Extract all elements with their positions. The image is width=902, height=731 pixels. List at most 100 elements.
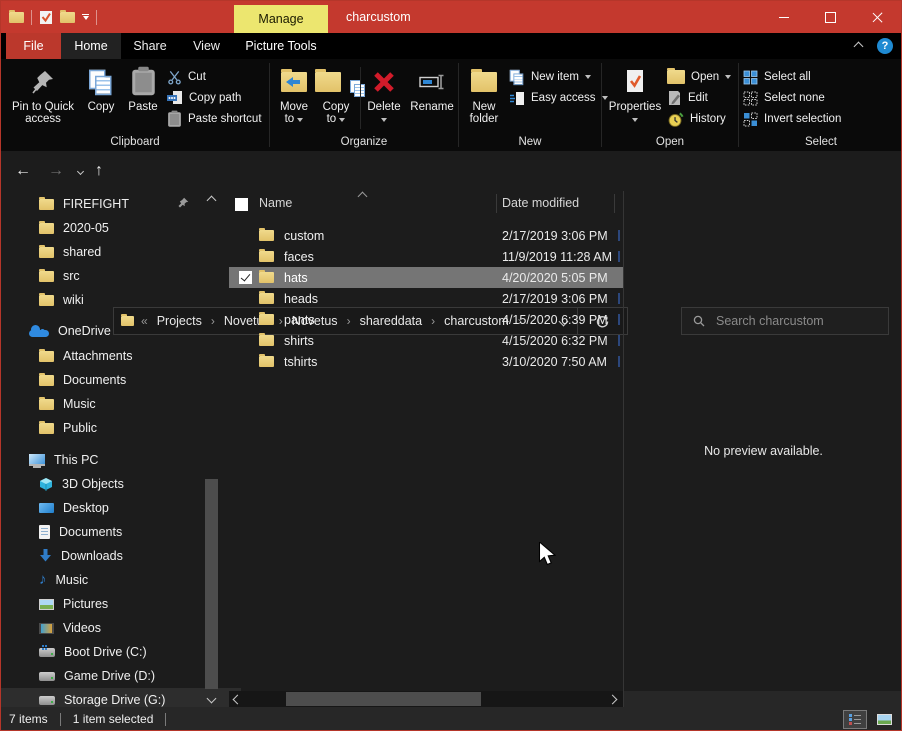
new-group-label: New: [459, 136, 601, 148]
sidebar-item-2020-05[interactable]: 2020-05: [1, 216, 241, 240]
move-to-button[interactable]: Move to: [273, 63, 315, 135]
thumbnail-view-button[interactable]: [872, 710, 896, 729]
select-all-checkbox[interactable]: [235, 198, 248, 211]
new-folder-qat-icon[interactable]: [60, 12, 75, 23]
minimize-button[interactable]: [760, 1, 807, 33]
column-divider[interactable]: [614, 194, 615, 213]
pin-to-quick-access-button[interactable]: Pin to Quick access: [7, 63, 79, 135]
scroll-left-arrow[interactable]: [233, 695, 243, 705]
file-date: 11/9/2019 11:28 AM: [502, 250, 612, 264]
horizontal-scrollbar[interactable]: [229, 691, 623, 707]
forward-button[interactable]: →: [44, 159, 68, 183]
file-name: tshirts: [284, 355, 317, 369]
easy-access-button[interactable]: Easy access: [509, 88, 608, 108]
sidebar-item-label: This PC: [54, 453, 98, 467]
sidebar-item-label: Boot Drive (C:): [64, 645, 147, 659]
move-to-icon: [281, 63, 307, 101]
pane-divider[interactable]: [623, 191, 624, 707]
cut-button[interactable]: Cut: [167, 67, 206, 87]
horizontal-scrollbar-thumb[interactable]: [286, 692, 481, 706]
sidebar-item-src[interactable]: src: [1, 264, 241, 288]
help-button[interactable]: ?: [877, 38, 893, 54]
scroll-right-arrow[interactable]: [608, 695, 618, 705]
sidebar-item-firefight[interactable]: FIREFIGHT: [1, 192, 241, 216]
delete-button[interactable]: Delete: [363, 63, 405, 135]
file-date: 3/10/2020 7:50 AM: [502, 355, 607, 369]
search-box[interactable]: [681, 307, 889, 335]
tab-home[interactable]: Home: [61, 33, 121, 59]
select-all-button[interactable]: Select all: [743, 67, 811, 87]
file-row[interactable]: heads 2/17/2019 3:06 PM: [229, 288, 623, 309]
tab-view[interactable]: View: [179, 33, 234, 59]
copy-button[interactable]: Copy: [81, 63, 121, 135]
file-row[interactable]: shirts 4/15/2020 6:32 PM: [229, 330, 623, 351]
desktop-icon: [39, 503, 54, 513]
address-row: ← → ↑ « Projects › Novetus › Novetus › s…: [1, 151, 901, 191]
sidebar-item-attachments[interactable]: Attachments: [1, 344, 241, 368]
music-note-icon: ♪: [39, 573, 47, 587]
computer-icon: [29, 454, 45, 466]
sidebar-item-public[interactable]: Public: [1, 416, 241, 440]
edit-button[interactable]: Edit: [667, 88, 708, 108]
sidebar-scrollbar-thumb[interactable]: [205, 479, 218, 689]
tab-picture-tools[interactable]: Picture Tools: [234, 33, 328, 59]
sidebar-item-music-onedrive[interactable]: Music: [1, 392, 241, 416]
collapse-ribbon-button[interactable]: [851, 39, 865, 53]
properties-qat-icon[interactable]: [39, 10, 53, 25]
sidebar-item-documents-onedrive[interactable]: Documents: [1, 368, 241, 392]
folder-icon: [39, 399, 54, 410]
file-row-selected[interactable]: hats 4/20/2020 5:05 PM: [229, 267, 623, 288]
tab-file[interactable]: File: [6, 33, 61, 59]
column-divider[interactable]: [496, 194, 497, 213]
invert-selection-button[interactable]: Invert selection: [743, 109, 841, 129]
paste-button[interactable]: Paste: [123, 63, 163, 135]
sort-ascending-icon: [358, 192, 368, 202]
file-row[interactable]: pants 4/15/2020 6:39 PM: [229, 309, 623, 330]
checkbox-checked[interactable]: [239, 271, 252, 284]
close-button[interactable]: [854, 1, 901, 33]
clipboard-group-label: Clipboard: [1, 136, 269, 148]
sidebar-item-shared[interactable]: shared: [1, 240, 241, 264]
sidebar-item-label: 2020-05: [63, 221, 109, 235]
chevron-down-icon: [76, 167, 83, 174]
folder-icon: [259, 335, 274, 346]
group-divider: [269, 63, 270, 147]
paste-shortcut-button[interactable]: Paste shortcut: [167, 109, 262, 129]
cube-icon: [39, 477, 53, 491]
history-button[interactable]: History: [667, 109, 726, 129]
inner-divider: [360, 67, 361, 129]
up-button[interactable]: ↑: [87, 159, 111, 183]
sidebar-item-wiki[interactable]: wiki: [1, 288, 241, 312]
properties-button[interactable]: Properties: [607, 63, 663, 135]
explorer-icon[interactable]: [9, 12, 24, 23]
rename-button[interactable]: Rename: [405, 63, 459, 135]
file-row[interactable]: tshirts 3/10/2020 7:50 AM: [229, 351, 623, 372]
column-header-name[interactable]: Name: [259, 196, 292, 210]
search-input[interactable]: [714, 313, 878, 329]
tab-share[interactable]: Share: [121, 33, 179, 59]
new-folder-button[interactable]: New folder: [463, 63, 505, 135]
qat-customize-icon[interactable]: [82, 14, 89, 20]
file-row[interactable]: custom 2/17/2019 3:06 PM: [229, 225, 623, 246]
sidebar-item-onedrive[interactable]: OneDrive: [1, 319, 231, 343]
new-folder-label-2: folder: [470, 113, 499, 125]
back-button[interactable]: ←: [11, 159, 35, 183]
file-row[interactable]: faces 11/9/2019 11:28 AM: [229, 246, 623, 267]
select-none-button[interactable]: Select none: [743, 88, 825, 108]
new-item-button[interactable]: New item: [509, 67, 591, 87]
file-date: 2/17/2019 3:06 PM: [502, 229, 608, 243]
maximize-button[interactable]: [807, 1, 854, 33]
delete-caret-row: [381, 113, 387, 125]
folder-icon: [39, 223, 54, 234]
status-bar: 7 items 1 item selected: [1, 707, 901, 731]
open-button[interactable]: Open: [667, 67, 731, 87]
file-name: shirts: [284, 334, 314, 348]
copy-path-button[interactable]: Copy path: [167, 88, 241, 108]
ribbon: Pin to Quick access Copy Paste Cut Copy …: [1, 59, 901, 151]
details-view-button[interactable]: [843, 710, 867, 729]
copy-to-button[interactable]: Copy to: [315, 63, 357, 135]
dropdown-caret: [297, 118, 303, 122]
sidebar-item-this-pc[interactable]: This PC: [1, 448, 231, 472]
tab-manage[interactable]: Manage: [234, 5, 328, 33]
column-header-date-modified[interactable]: Date modified: [502, 196, 579, 210]
